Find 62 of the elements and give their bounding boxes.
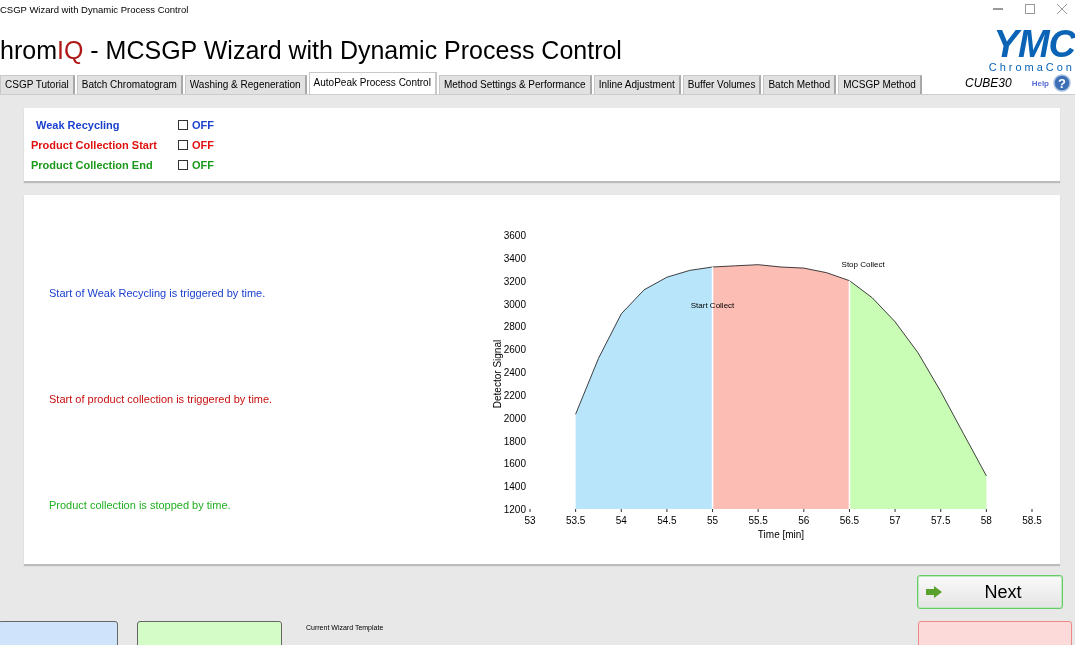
switch-state: OFF	[192, 139, 215, 151]
footer-button[interactable]	[0, 621, 118, 645]
status-message: Start of Weak Recycling is triggered by time.	[49, 287, 266, 299]
tab[interactable]: Batch Method	[763, 75, 837, 94]
switch-label: Product Collection Start	[31, 139, 158, 151]
axis-tick-label: 58	[980, 515, 992, 526]
axis-tick-label: 56	[798, 515, 810, 526]
tab[interactable]: Buffer Volumes	[682, 75, 762, 94]
switch-label: Product Collection End	[31, 159, 154, 171]
axis-tick-label: 1200	[503, 504, 526, 515]
axis-tick-label: 2200	[503, 389, 526, 401]
checkbox[interactable]	[178, 140, 188, 150]
axis-tick-label: 55.5	[748, 515, 768, 526]
next-button[interactable]: Next	[917, 575, 1063, 609]
tab[interactable]: Batch Chromatogram	[76, 75, 183, 94]
axis-tick-label: 3000	[503, 298, 526, 310]
axis-tick-label: 3400	[503, 252, 526, 264]
close-icon[interactable]	[1057, 4, 1067, 14]
axis-tick-label: 1600	[503, 458, 526, 470]
y-axis-title: Detector Signal	[492, 339, 503, 409]
company-logo: YMC ChromaCon	[988, 26, 1075, 73]
tab[interactable]: Method Settings & Performance	[438, 75, 592, 94]
axis-tick-label: 56.5	[839, 515, 860, 526]
tab[interactable]: AutoPeak Process Control	[308, 72, 437, 94]
switch-state: OFF	[192, 119, 215, 131]
axis-tick-label: 1400	[503, 481, 526, 493]
axis-tick-label: 57.5	[931, 515, 951, 526]
chart-annotation: Stop Collect	[841, 259, 885, 269]
axis-tick-label: 2800	[503, 321, 526, 333]
axis-tick-label: 54	[615, 515, 627, 526]
arrow-icon	[926, 586, 942, 598]
device-label: CUBE30	[964, 76, 1012, 90]
tab[interactable]: Inline Adjustment	[593, 75, 681, 94]
x-axis-title: Time [min]	[757, 529, 805, 540]
chart-annotation: Start Collect	[690, 301, 735, 311]
switch-label: Weak Recycling	[35, 119, 121, 131]
switch-state: OFF	[192, 159, 215, 171]
app-title: hromIQ - MCSGP Wizard with Dynamic Process Control	[0, 36, 622, 65]
axis-tick-label: 53.5	[565, 515, 586, 526]
checkbox[interactable]	[178, 120, 188, 130]
tab[interactable]: Washing & Regeneration	[184, 75, 307, 94]
help-icon[interactable]: ?	[1053, 74, 1071, 92]
axis-tick-label: 3600	[503, 230, 526, 241]
axis-tick-label: 55	[707, 515, 719, 526]
help-link[interactable]: Help	[1031, 78, 1049, 88]
axis-tick-label: 54.5	[657, 515, 677, 526]
status-message: Product collection is stopped by time.	[49, 499, 231, 511]
axis-tick-label: 1800	[503, 435, 526, 447]
tab[interactable]: MCSGP Method	[838, 75, 922, 94]
status-message: Start of product collection is triggered by time.	[49, 393, 273, 405]
checkbox[interactable]	[178, 160, 188, 170]
axis-tick-label: 2600	[503, 344, 526, 356]
axis-tick-label: 2400	[503, 367, 526, 378]
axis-tick-label: 58.5	[1022, 515, 1042, 526]
axis-tick-label: 3200	[503, 275, 526, 287]
tab[interactable]: CSGP Tutorial	[0, 75, 75, 94]
window-title: CSGP Wizard with Dynamic Process Control	[0, 3, 189, 15]
axis-tick-label: 53	[524, 515, 536, 526]
maximize-icon[interactable]	[1025, 4, 1035, 14]
footer-button[interactable]	[137, 621, 282, 645]
axis-tick-label: 57	[889, 515, 901, 526]
axis-tick-label: 2000	[503, 412, 526, 424]
